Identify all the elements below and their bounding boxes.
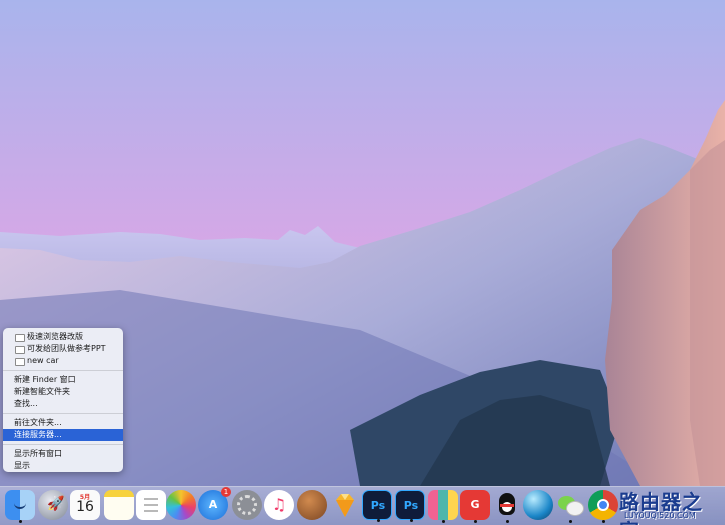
recent-folder-label-1: 极速浏览器改版 — [27, 332, 83, 341]
menu-separator — [3, 370, 123, 371]
running-indicator — [377, 519, 380, 522]
show-all-windows-item[interactable]: 显示所有窗口 — [3, 448, 123, 460]
desktop: 极速浏览器改版 可发给团队做参考PPT new car 新建 Finder 窗口… — [0, 0, 725, 525]
penguin-scarf — [500, 504, 514, 507]
photoshop-label: Ps — [403, 499, 419, 512]
calendar-icon[interactable]: 5月 16 — [70, 490, 100, 520]
running-indicator — [410, 519, 413, 522]
reminders-icon[interactable] — [136, 490, 166, 520]
find-item[interactable]: 查找... — [3, 398, 123, 410]
recent-folder-label-3: new car — [27, 356, 59, 365]
new-smart-folder-item[interactable]: 新建智能文件夹 — [3, 386, 123, 398]
running-indicator — [506, 520, 509, 523]
connect-to-server-item[interactable]: 连接服务器... — [3, 429, 123, 441]
running-indicator — [569, 520, 572, 523]
photoshop-icon[interactable]: Ps — [362, 490, 392, 522]
reminder-line — [144, 498, 158, 500]
photoshop-label: Ps — [370, 499, 386, 512]
gear-icon — [237, 495, 257, 515]
show-item[interactable]: 显示 — [3, 460, 123, 472]
basketball-app-icon[interactable] — [297, 490, 327, 520]
sketch-diamond-icon[interactable] — [330, 490, 360, 520]
music-note-icon: ♫ — [271, 495, 287, 514]
menu-separator — [3, 444, 123, 445]
folder-icon — [15, 358, 25, 366]
recent-folder-item-1[interactable]: 极速浏览器改版 — [3, 331, 123, 343]
photos-icon[interactable] — [166, 490, 196, 520]
photoshop-icon-2[interactable]: Ps — [395, 490, 425, 522]
folder-icon — [15, 334, 25, 342]
running-indicator — [19, 520, 22, 523]
color-cards-app-icon[interactable] — [428, 490, 458, 523]
dock: 🚀 5月 16 A 1 ♫ Ps Ps G — [0, 486, 725, 525]
recent-folder-item-3[interactable]: new car — [3, 355, 123, 367]
blue-sphere-app-icon[interactable] — [523, 490, 553, 520]
rocket-icon: 🚀 — [47, 496, 65, 512]
running-indicator — [602, 520, 605, 523]
new-finder-window-item[interactable]: 新建 Finder 窗口 — [3, 374, 123, 386]
system-preferences-gear-icon[interactable] — [232, 490, 262, 520]
calendar-day: 16 — [76, 499, 94, 515]
menu-separator — [3, 413, 123, 414]
app-store-icon[interactable]: A 1 — [198, 487, 231, 520]
watermark-url: LUYOUQI520.COM — [624, 511, 696, 520]
finder-icon[interactable] — [5, 490, 35, 523]
chat-bubble — [566, 501, 584, 516]
recent-folder-label-2: 可发给团队做参考PPT — [27, 344, 106, 353]
recent-folder-item-2[interactable]: 可发给团队做参考PPT — [3, 343, 123, 355]
chrome-icon[interactable] — [588, 490, 618, 523]
app-store-badge: 1 — [221, 487, 231, 497]
chrome-center — [597, 499, 609, 511]
itunes-music-icon[interactable]: ♫ — [264, 490, 294, 520]
launchpad-icon[interactable]: 🚀 — [38, 490, 68, 520]
folder-icon — [15, 346, 25, 354]
reminder-line — [144, 504, 158, 506]
g-glyph: G — [470, 498, 480, 511]
red-g-app-icon[interactable]: G — [460, 490, 490, 523]
notes-icon[interactable] — [104, 490, 134, 520]
wechat-icon[interactable] — [555, 490, 585, 523]
running-indicator — [442, 520, 445, 523]
reminder-line — [144, 510, 158, 512]
finder-face — [14, 499, 26, 509]
qq-penguin-icon[interactable] — [492, 490, 522, 523]
running-indicator — [474, 520, 477, 523]
go-to-folder-item[interactable]: 前往文件夹... — [3, 417, 123, 429]
finder-dock-context-menu: 极速浏览器改版 可发给团队做参考PPT new car 新建 Finder 窗口… — [3, 328, 123, 472]
diamond-icon — [336, 494, 354, 517]
